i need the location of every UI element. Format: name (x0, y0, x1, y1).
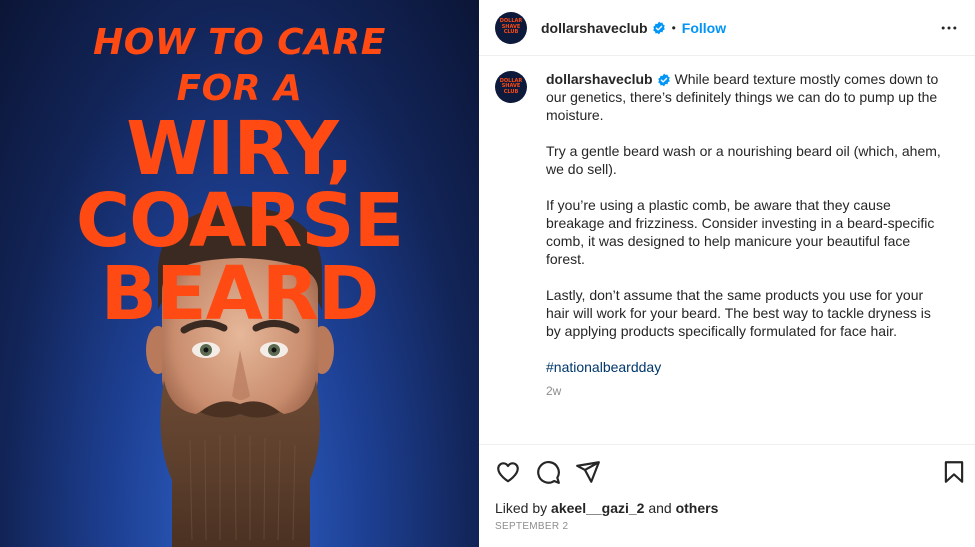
post-image[interactable]: HOW TO CARE FOR A WIRY, COARSE BEARD (0, 0, 479, 547)
separator-dot: • (671, 20, 676, 35)
bookmark-icon[interactable] (941, 459, 967, 485)
caption-area: DOLLAR SHAVE CLUB dollarshaveclub While … (479, 56, 975, 444)
headline-line-2: FOR A (176, 68, 303, 109)
post-caption: dollarshaveclub While beard texture most… (546, 70, 946, 400)
liked-by-user-link[interactable]: akeel__gazi_2 (551, 500, 644, 516)
headline-line-1: HOW TO CARE (93, 22, 386, 63)
liked-by-others-link[interactable]: others (676, 500, 719, 516)
comment-icon[interactable] (535, 459, 561, 485)
caption-paragraph: Lastly, don’t assume that the same produ… (546, 287, 931, 339)
follow-button[interactable]: Follow (682, 20, 726, 36)
avatar-text-line: CLUB (503, 88, 519, 95)
caption-username-link[interactable]: dollarshaveclub (546, 71, 653, 87)
verified-badge-icon (657, 73, 670, 87)
timestamp[interactable]: 2w (546, 382, 946, 400)
avatar[interactable]: DOLLAR SHAVE CLUB (495, 11, 527, 44)
caption-avatar[interactable]: DOLLAR SHAVE CLUB (495, 71, 527, 103)
share-icon[interactable] (575, 459, 601, 485)
headline-line-5: BEARD (100, 251, 380, 337)
post-header: DOLLAR SHAVE CLUB dollarshaveclub • Foll… (479, 0, 975, 56)
more-options-icon[interactable] (939, 18, 959, 38)
headline-line-4: COARSE (75, 178, 404, 264)
liked-by-and: and (648, 500, 672, 516)
verified-badge-icon (652, 21, 665, 34)
username-link[interactable]: dollarshaveclub (541, 20, 648, 36)
liked-by-prefix: Liked by (495, 500, 548, 516)
hashtag-link[interactable]: #nationalbeardday (546, 358, 946, 376)
avatar-text-line: CLUB (503, 29, 519, 36)
liked-by-text: Liked by akeel__gazi_2 and others (495, 500, 718, 516)
heart-icon[interactable] (495, 459, 521, 485)
caption-paragraph: If you’re using a plastic comb, be aware… (546, 197, 935, 267)
action-bar: Liked by akeel__gazi_2 and others SEPTEM… (479, 444, 975, 547)
caption-paragraph: Try a gentle beard wash or a nourishing … (546, 143, 941, 177)
post-date[interactable]: SEPTEMBER 2 (495, 521, 568, 532)
post-details-panel: DOLLAR SHAVE CLUB dollarshaveclub • Foll… (479, 0, 975, 547)
